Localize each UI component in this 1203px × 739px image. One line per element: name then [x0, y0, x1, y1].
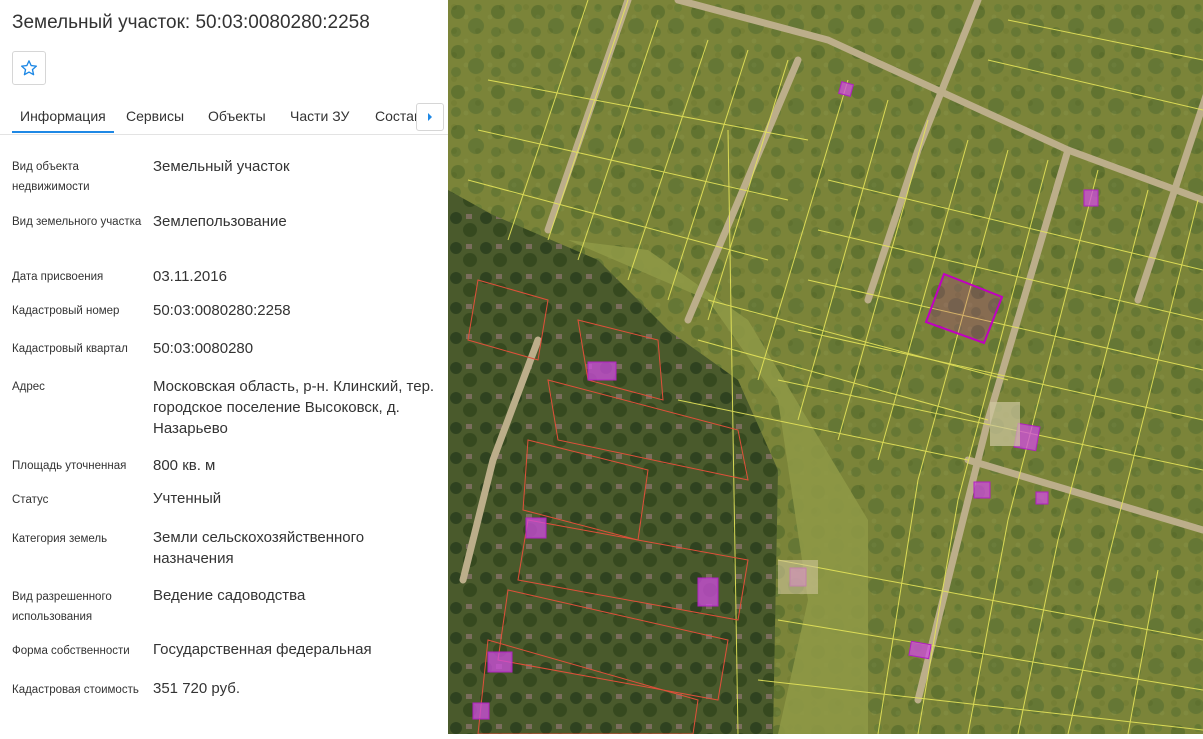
value-area: 800 кв. м — [153, 457, 216, 474]
tab-services[interactable]: Сервисы — [126, 108, 184, 124]
label-cadastral-quarter: Кадастровый квартал — [12, 343, 128, 355]
label-ownership-form: Форма собственности — [12, 645, 130, 657]
favorite-button[interactable] — [12, 51, 46, 85]
value-land-type: Землепользование — [153, 213, 287, 230]
label-object-type: Вид объекта недвижимости — [12, 161, 90, 193]
value-cadastral-value: 351 720 руб. — [153, 680, 240, 697]
clearing — [778, 560, 818, 594]
tabs-scroll-right-button[interactable] — [416, 103, 444, 131]
value-object-type: Земельный участок — [153, 158, 290, 175]
label-permitted-use: Вид разрешенного использования — [12, 591, 112, 623]
value-permitted-use: Ведение садоводства — [153, 587, 306, 604]
tab-parts[interactable]: Части ЗУ — [290, 108, 349, 124]
value-ownership-form: Государственная федеральная — [153, 641, 372, 658]
label-cadastral-value: Кадастровая стоимость — [12, 684, 139, 696]
info-panel: Земельный участок: 50:03:0080280:2258 Ин… — [0, 0, 448, 734]
satellite-map[interactable] — [448, 0, 1203, 735]
clearing — [990, 402, 1020, 446]
tab-info[interactable]: Информация — [12, 108, 114, 133]
value-cadastral-number: 50:03:0080280:2258 — [153, 302, 291, 319]
value-cadastral-quarter[interactable]: 50:03:0080280 — [153, 338, 438, 359]
value-assignment-date: 03.11.2016 — [153, 268, 227, 285]
star-outline-icon — [20, 60, 38, 76]
chevron-right-icon — [428, 113, 432, 121]
page-title: Земельный участок: 50:03:0080280:2258 — [12, 12, 370, 33]
map-canvas[interactable] — [448, 0, 1203, 735]
value-land-category: Земли сельскохозяйственного назначения — [153, 529, 365, 567]
tab-composition[interactable]: Состав — [375, 108, 421, 124]
value-status: Учтенный — [153, 490, 222, 507]
label-area: Площадь уточненная — [12, 460, 127, 472]
label-assignment-date: Дата присвоения — [12, 271, 104, 283]
tab-bar: Информация Сервисы Объекты Части ЗУ Сост… — [0, 98, 448, 135]
tab-objects[interactable]: Объекты — [208, 108, 266, 124]
value-address: Московская область, р-н. Клинский, тер. … — [153, 378, 435, 437]
label-status: Статус — [12, 494, 49, 506]
label-land-category: Категория земель — [12, 533, 108, 545]
label-land-type: Вид земельного участка — [12, 216, 142, 228]
label-cadastral-number: Кадастровый номер — [12, 305, 120, 317]
label-address: Адрес — [12, 381, 45, 393]
